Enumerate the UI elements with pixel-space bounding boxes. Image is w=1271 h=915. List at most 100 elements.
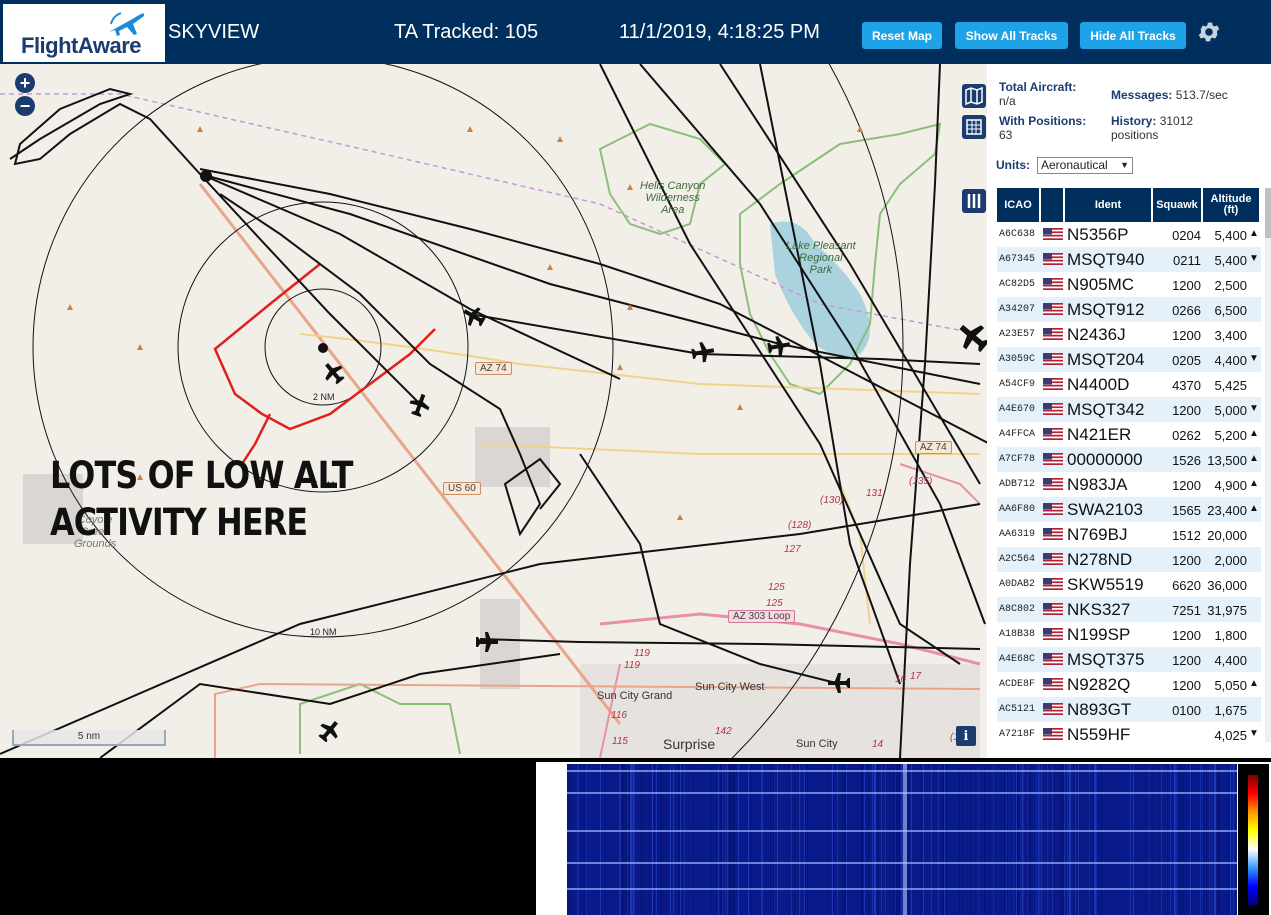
ident-cell: MSQT375 bbox=[1067, 650, 1145, 669]
ident-cell: MSQT912 bbox=[1067, 300, 1145, 319]
flightaware-logo[interactable]: FlightAware bbox=[3, 4, 165, 62]
table-row[interactable]: A23E57 N2436J 1200 3,400 bbox=[997, 322, 1261, 347]
zoom-in-button[interactable]: + bbox=[15, 73, 35, 93]
us-flag-icon bbox=[1043, 453, 1063, 465]
map-view[interactable]: Hells Canyon Wilderness Area Lake Pleasant… bbox=[0, 64, 987, 758]
table-row[interactable]: A67345 MSQT940 0211 5,400 ▼ bbox=[997, 247, 1261, 272]
altitude-cell: 20,000 bbox=[1207, 528, 1247, 543]
messages-stat: Messages: 513.7/sec bbox=[1111, 88, 1228, 102]
table-row[interactable]: ADB712 N983JA 1200 4,900 ▲ bbox=[997, 472, 1261, 497]
icao-cell: A23E57 bbox=[999, 329, 1036, 340]
icao-cell: A2C564 bbox=[999, 554, 1036, 565]
column-header-flag[interactable] bbox=[1041, 188, 1063, 222]
show-all-tracks-button[interactable]: Show All Tracks bbox=[955, 22, 1068, 49]
scrollbar-thumb[interactable] bbox=[1265, 188, 1271, 238]
units-select[interactable]: Aeronautical ▼ bbox=[1037, 157, 1133, 174]
ident-cell: N4400D bbox=[1067, 375, 1130, 394]
altitude-cell: 4,400 bbox=[1214, 353, 1247, 368]
route-number: 119 bbox=[634, 648, 650, 659]
table-row[interactable]: AA6F80 SWA2103 1565 23,400 ▲ bbox=[997, 497, 1261, 522]
table-scrollbar[interactable] bbox=[1265, 188, 1271, 742]
peak-marker bbox=[137, 344, 143, 350]
ident-cell: N421ER bbox=[1067, 425, 1132, 444]
table-row[interactable]: A18B38 N199SP 1200 1,800 bbox=[997, 622, 1261, 647]
us-flag-icon bbox=[1043, 503, 1063, 515]
column-header-altitude[interactable]: Altitude (ft) bbox=[1203, 188, 1259, 222]
column-header-ident[interactable]: Ident bbox=[1065, 188, 1151, 222]
table-row[interactable]: A4FFCA N421ER 0262 5,200 ▲ bbox=[997, 422, 1261, 447]
ring-label: 10 NM bbox=[310, 627, 337, 637]
bottom-left-panel bbox=[0, 762, 523, 915]
ident-cell: NKS327 bbox=[1067, 600, 1131, 619]
map-layer-icon[interactable] bbox=[962, 84, 986, 108]
altitude-cell: 6,500 bbox=[1214, 303, 1247, 318]
table-row[interactable]: ACDE8F N9282Q 1200 5,050 ▲ bbox=[997, 672, 1261, 697]
icao-cell: AC82D5 bbox=[999, 279, 1036, 290]
road-label: AZ 74 bbox=[915, 441, 952, 454]
reset-map-button[interactable]: Reset Map bbox=[862, 22, 942, 49]
icao-cell: ADB712 bbox=[999, 479, 1036, 490]
column-header-squawk[interactable]: Squawk bbox=[1153, 188, 1201, 222]
town-label: Sun City bbox=[796, 738, 838, 750]
table-row[interactable]: A54CF9 N4400D 4370 5,425 bbox=[997, 372, 1261, 397]
squawk-cell: 0262 bbox=[1172, 428, 1201, 443]
table-row[interactable]: A34207 MSQT912 0266 6,500 bbox=[997, 297, 1261, 322]
icao-cell: A7CF78 bbox=[999, 454, 1036, 465]
route-number: 125 bbox=[766, 598, 783, 609]
us-flag-icon bbox=[1043, 228, 1063, 240]
icao-cell: AA6319 bbox=[999, 529, 1036, 540]
route-number: 142 bbox=[715, 726, 732, 737]
peak-marker bbox=[547, 264, 553, 270]
grid-layer-icon[interactable] bbox=[962, 115, 986, 139]
squawk-cell: 1200 bbox=[1172, 478, 1201, 493]
altitude-cell: 5,400 bbox=[1214, 253, 1247, 268]
altitude-cell: 13,500 bbox=[1207, 453, 1247, 468]
peak-marker bbox=[857, 126, 863, 132]
us-flag-icon bbox=[1043, 303, 1063, 315]
hide-all-tracks-button[interactable]: Hide All Tracks bbox=[1080, 22, 1186, 49]
table-row[interactable]: A3059C MSQT204 0205 4,400 ▼ bbox=[997, 347, 1261, 372]
ident-cell: 00000000 bbox=[1067, 450, 1143, 469]
altitude-trend-icon: ▼ bbox=[1249, 403, 1259, 414]
us-flag-icon bbox=[1043, 578, 1063, 590]
ident-cell: N769BJ bbox=[1067, 525, 1128, 544]
squawk-cell: 1200 bbox=[1172, 553, 1201, 568]
squawk-cell: 4370 bbox=[1172, 378, 1201, 393]
icao-cell: A6C638 bbox=[999, 229, 1036, 240]
table-row[interactable]: A4E68C MSQT375 1200 4,400 bbox=[997, 647, 1261, 672]
table-row[interactable]: A7218F N559HF 4,025 ▼ bbox=[997, 722, 1261, 747]
flight-track bbox=[9, 87, 421, 405]
peak-marker bbox=[627, 184, 633, 190]
table-row[interactable]: A4E670 MSQT342 1200 5,000 ▼ bbox=[997, 397, 1261, 422]
table-row[interactable]: A8C802 NKS327 7251 31,975 bbox=[997, 597, 1261, 622]
aircraft-table-header: ICAO Ident Squawk Altitude (ft) bbox=[997, 188, 1261, 222]
route-number: 119 bbox=[624, 660, 640, 671]
ring-label: 2 NM bbox=[313, 392, 335, 402]
route-number: 17 bbox=[910, 671, 922, 682]
aircraft-icon bbox=[325, 363, 345, 385]
ident-cell: MSQT204 bbox=[1067, 350, 1145, 369]
table-row[interactable]: A7CF78 00000000 1526 13,500 ▲ bbox=[997, 447, 1261, 472]
icao-cell: A4E670 bbox=[999, 404, 1036, 415]
flight-track bbox=[199, 168, 987, 444]
table-row[interactable]: AC82D5 N905MC 1200 2,500 bbox=[997, 272, 1261, 297]
column-header-icao[interactable]: ICAO bbox=[997, 188, 1039, 222]
table-row[interactable]: A2C564 N278ND 1200 2,000 bbox=[997, 547, 1261, 572]
columns-icon[interactable] bbox=[962, 189, 986, 213]
route-number: (130) bbox=[820, 495, 844, 506]
header-bar: FlightAware SKYVIEW TA Tracked: 105 11/1… bbox=[0, 0, 1271, 64]
us-flag-icon bbox=[1043, 703, 1063, 715]
table-row[interactable]: A6C638 N5356P 0204 5,400 ▲ bbox=[997, 222, 1261, 247]
ident-cell: MSQT342 bbox=[1067, 400, 1145, 419]
gear-icon[interactable] bbox=[1196, 19, 1222, 45]
table-row[interactable]: AC5121 N893GT 0100 1,675 bbox=[997, 697, 1261, 722]
table-row[interactable]: AA6319 N769BJ 1512 20,000 bbox=[997, 522, 1261, 547]
park-boundary bbox=[299, 682, 461, 755]
us-flag-icon bbox=[1043, 528, 1063, 540]
park-label: Hells Canyon Wilderness Area bbox=[640, 180, 706, 216]
info-button[interactable]: i bbox=[956, 726, 976, 746]
icao-cell: A4FFCA bbox=[999, 429, 1036, 440]
table-row[interactable]: A0DAB2 SKW5519 6620 36,000 bbox=[997, 572, 1261, 597]
map-canvas[interactable] bbox=[0, 64, 987, 758]
zoom-out-button[interactable]: − bbox=[15, 96, 35, 116]
